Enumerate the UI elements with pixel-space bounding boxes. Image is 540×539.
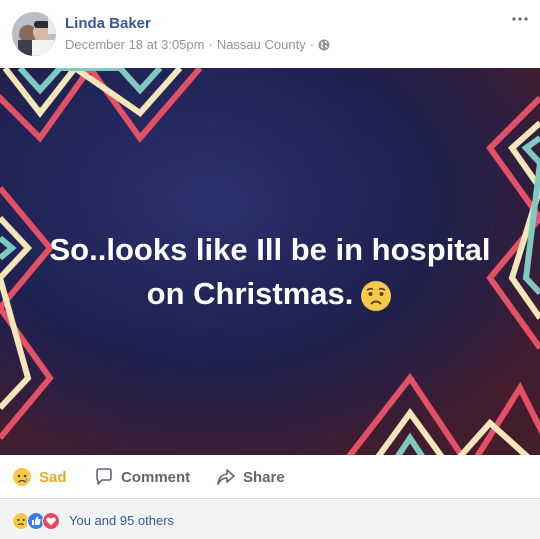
reactions-summary[interactable]: You and 95 others xyxy=(0,500,540,539)
post-background: So..looks like Ill be in hospital on Chr… xyxy=(0,68,540,455)
meta-separator: · xyxy=(309,37,315,52)
reactions-count[interactable]: You and 95 others xyxy=(69,513,174,528)
sad-label: Sad xyxy=(39,468,67,486)
share-label: Share xyxy=(243,468,285,486)
post-location[interactable]: Nassau County xyxy=(217,37,306,52)
author-name[interactable]: Linda Baker xyxy=(65,15,151,32)
post-text: So..looks like Ill be in hospital on Chr… xyxy=(0,228,540,316)
share-icon xyxy=(217,469,235,485)
comment-icon xyxy=(96,468,112,485)
love-reaction-icon xyxy=(42,512,60,530)
post-text-line: on Christmas. xyxy=(0,272,540,316)
globe-icon[interactable] xyxy=(318,39,330,51)
comment-button[interactable]: Comment xyxy=(94,455,190,499)
reaction-icons xyxy=(12,512,60,530)
post-header: Linda Baker December 18 at 3:05pm · Nass… xyxy=(0,0,540,68)
post-text-line: So..looks like Ill be in hospital xyxy=(49,232,491,267)
share-button[interactable]: Share xyxy=(216,455,285,499)
comment-label: Comment xyxy=(121,468,191,486)
meta-separator: · xyxy=(208,37,213,52)
avatar[interactable] xyxy=(12,12,56,56)
post-meta: December 18 at 3:05pm · Nassau County · xyxy=(65,37,330,52)
post-text-line2: on Christmas. xyxy=(146,276,354,311)
sad-reaction-icon xyxy=(13,468,31,486)
action-bar: Sad Comment Share xyxy=(0,455,540,499)
sad-face-emoji xyxy=(359,279,393,313)
sad-reaction-button[interactable]: Sad xyxy=(12,455,67,499)
post-timestamp[interactable]: December 18 at 3:05pm xyxy=(65,37,204,52)
more-options-icon[interactable] xyxy=(510,12,530,24)
